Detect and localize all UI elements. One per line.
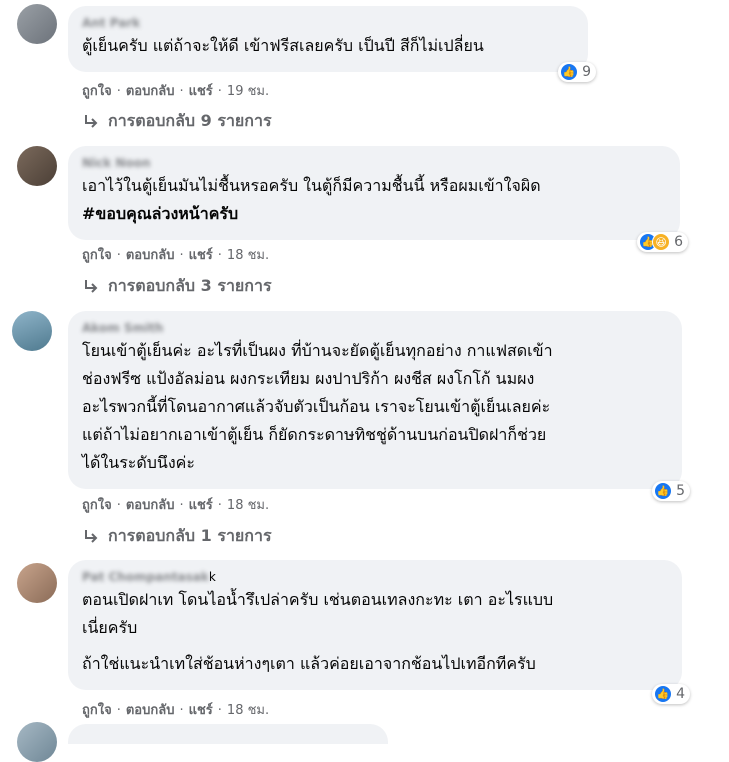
reaction-summary[interactable]: 👍 5	[652, 481, 690, 501]
view-replies-button[interactable]: การตอบกลับ 1 รายการ	[82, 524, 272, 549]
like-link[interactable]: ถูกใจ	[82, 84, 112, 99]
reply-arrow-icon	[85, 279, 98, 293]
like-link[interactable]: ถูกใจ	[82, 498, 112, 513]
reply-arrow-icon	[85, 114, 98, 128]
comment-text: เอาไว้ในตู้เย็นมันไม่ชื้นหรอครับ ในตู้ก็…	[82, 176, 541, 195]
comment-bubble: Ant Park ตู้เย็นครับ แต่ถ้าจะให้ดี เข้าฟ…	[68, 6, 596, 82]
timestamp[interactable]: 18 ชม.	[227, 248, 269, 263]
reaction-count: 4	[676, 686, 685, 702]
comment-text-line: ช่องฟรีซ แป้งอัลม่อน ผงกระเทียม ผงปาปริก…	[82, 369, 535, 388]
view-replies-button[interactable]: การตอบกลับ 9 รายการ	[82, 109, 272, 134]
avatar[interactable]	[17, 146, 57, 186]
dot-separator: ·	[217, 498, 222, 513]
comment-text-line: แต่ถ้าไม่อยากเอาเข้าตู้เย็น ก็ยัดกระดาษท…	[82, 425, 547, 444]
reaction-count: 9	[582, 64, 591, 80]
replies-label: การตอบกลับ 9 รายการ	[108, 111, 272, 130]
like-icon: 👍	[654, 685, 673, 703]
dot-separator: ·	[116, 498, 121, 513]
reaction-count: 5	[676, 483, 685, 499]
replies-label: การตอบกลับ 3 รายการ	[108, 276, 272, 295]
like-icon: 👍	[560, 63, 579, 81]
timestamp[interactable]: 18 ชม.	[227, 498, 269, 513]
comment-author-tail: k	[208, 570, 216, 584]
dot-separator: ·	[217, 84, 222, 99]
comment-actions: ถูกใจ · ตอบกลับ · แชร์ · 18 ชม.	[82, 699, 269, 720]
timestamp[interactable]: 18 ชม.	[227, 703, 269, 718]
reply-arrow-icon	[85, 529, 98, 543]
avatar[interactable]	[17, 722, 57, 762]
view-replies-button[interactable]: การตอบกลับ 3 รายการ	[82, 274, 272, 299]
replies-label: การตอบกลับ 1 รายการ	[108, 526, 272, 545]
dot-separator: ·	[116, 703, 121, 718]
dot-separator: ·	[179, 84, 184, 99]
share-link[interactable]: แชร์	[189, 703, 213, 718]
dot-separator: ·	[179, 498, 184, 513]
comment-actions: ถูกใจ · ตอบกลับ · แชร์ · 19 ชม.	[82, 80, 269, 101]
comment-actions: ถูกใจ · ตอบกลับ · แชร์ · 18 ชม.	[82, 494, 269, 515]
comment-text-line: อะไรพวกนี้ที่โดนอากาศแล้วจับตัวเป็นก้อน …	[82, 397, 551, 416]
avatar[interactable]	[12, 311, 52, 351]
comment-actions: ถูกใจ · ตอบกลับ · แชร์ · 18 ชม.	[82, 244, 269, 265]
comment-author-name[interactable]: Pat Chompantasak	[82, 568, 209, 586]
dot-separator: ·	[217, 248, 222, 263]
timestamp[interactable]: 19 ชม.	[227, 84, 269, 99]
share-link[interactable]: แชร์	[189, 498, 213, 513]
comment-text-line: ตอนเปิดฝาเท โดนไอน้ำรึเปล่าครับ เช่นตอนเ…	[82, 590, 554, 609]
comment-text: ตู้เย็นครับ แต่ถ้าจะให้ดี เข้าฟรีสเลยครั…	[82, 36, 484, 55]
haha-icon: 😆	[652, 233, 671, 251]
comment-bubble: Akom Smith โยนเข้าตู้เย็นค่ะ อะไรที่เป็น…	[68, 311, 690, 501]
reaction-summary[interactable]: 👍 4	[652, 684, 690, 704]
comment-bubble-partial	[68, 724, 388, 744]
reaction-count: 6	[674, 234, 683, 250]
dot-separator: ·	[116, 248, 121, 263]
comment-author[interactable]: Akom Smith	[82, 319, 668, 337]
comment-bubble: Pat Chompantasakk ตอนเปิดฝาเท โดนไอน้ำรึ…	[68, 560, 690, 704]
dot-separator: ·	[116, 84, 121, 99]
comment-text-line: ถ้าใช่แนะนำเทใส่ช้อนห่างๆเตา แล้วค่อยเอา…	[82, 654, 536, 673]
comment-text-line: ได้ในระดับนึงค่ะ	[82, 453, 195, 472]
reply-link[interactable]: ตอบกลับ	[126, 84, 175, 99]
comment-text-line: เนี่ยครับ	[82, 618, 138, 637]
hashtag-link[interactable]: #ขอบคุณล่วงหน้าครับ	[82, 200, 666, 228]
like-link[interactable]: ถูกใจ	[82, 703, 112, 718]
like-icon: 👍	[654, 482, 673, 500]
dot-separator: ·	[179, 248, 184, 263]
comment-text-line: โยนเข้าตู้เย็นค่ะ อะไรที่เป็นผง ที่บ้านจ…	[82, 341, 553, 360]
reaction-summary[interactable]: 👍 9	[558, 62, 596, 82]
reaction-summary[interactable]: 👍 😆 6	[637, 232, 688, 252]
share-link[interactable]: แชร์	[189, 84, 213, 99]
dot-separator: ·	[217, 703, 222, 718]
dot-separator: ·	[179, 703, 184, 718]
avatar[interactable]	[17, 4, 57, 44]
comment-author[interactable]: Ant Park	[82, 14, 574, 32]
comment-author: Pat Chompantasakk	[82, 568, 668, 586]
reply-link[interactable]: ตอบกลับ	[126, 703, 175, 718]
like-link[interactable]: ถูกใจ	[82, 248, 112, 263]
comment-bubble: Nick Noon เอาไว้ในตู้เย็นมันไม่ชื้นหรอคร…	[68, 146, 688, 252]
reply-link[interactable]: ตอบกลับ	[126, 498, 175, 513]
avatar[interactable]	[17, 563, 57, 603]
comment-author[interactable]: Nick Noon	[82, 154, 666, 172]
reply-link[interactable]: ตอบกลับ	[126, 248, 175, 263]
share-link[interactable]: แชร์	[189, 248, 213, 263]
